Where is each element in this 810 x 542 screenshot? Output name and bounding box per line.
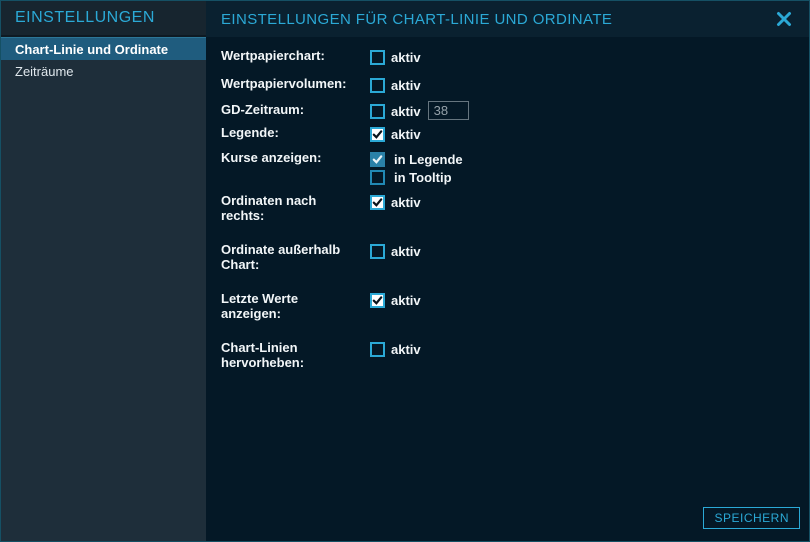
sidebar-item-zeitraeume[interactable]: Zeiträume [1,60,206,83]
settings-form: Wertpapierchart: aktiv Wertpapiervolumen… [206,37,809,370]
checkmark-icon [372,295,383,306]
checkmark-icon [372,129,383,140]
option-in-legende: in Legende [370,152,463,167]
gd-zeitraum-input[interactable] [428,101,469,120]
in-legende-checkbox[interactable] [370,152,385,167]
row-label: Chart-Linien hervorheben: [221,340,370,370]
form-row-wertpapierchart: Wertpapierchart: aktiv [221,48,809,65]
row-label: Ordinaten nach rechts: [221,193,370,223]
wertpapiervolumen-checkbox[interactable] [370,78,385,93]
row-label: Ordinate außerhalb Chart: [221,242,370,272]
row-label: Wertpapierchart: [221,48,370,63]
form-row-chart-linien-hervorheben: Chart-Linien hervorheben: aktiv [221,340,809,370]
save-button[interactable]: SPEICHERN [703,507,800,529]
form-row-wertpapiervolumen: Wertpapiervolumen: aktiv [221,76,809,93]
form-row-ordinate-ausserhalb-chart: Ordinate außerhalb Chart: aktiv [221,242,809,272]
sidebar-item-chart-linie-und-ordinate[interactable]: Chart-Linie und Ordinate [1,37,206,60]
checkbox-label: in Legende [394,152,463,167]
checkbox-label: aktiv [391,195,421,210]
sidebar-header: EINSTELLUNGEN [1,1,206,37]
checkbox-label: aktiv [391,127,421,142]
legende-checkbox[interactable] [370,127,385,142]
ordinate-ausserhalb-chart-checkbox[interactable] [370,244,385,259]
ordinaten-nach-rechts-checkbox[interactable] [370,195,385,210]
gd-zeitraum-checkbox[interactable] [370,104,385,119]
row-label: Legende: [221,125,370,140]
main-panel: EINSTELLUNGEN FÜR CHART-LINIE UND ORDINA… [206,1,809,541]
checkbox-label: aktiv [391,50,421,65]
sidebar-item-label: Zeiträume [15,64,74,79]
checkbox-label: aktiv [391,104,421,119]
form-row-kurse-anzeigen: Kurse anzeigen: in Legende in Tooltip [221,150,809,185]
sidebar-title: EINSTELLUNGEN [15,9,155,27]
checkbox-label: in Tooltip [394,170,452,185]
in-tooltip-checkbox[interactable] [370,170,385,185]
settings-dialog: EINSTELLUNGEN Chart-Linie und Ordinate Z… [0,0,810,542]
checkbox-label: aktiv [391,342,421,357]
row-label: Letzte Werte anzeigen: [221,291,370,321]
close-icon [776,11,792,27]
row-label: GD-Zeitraum: [221,102,370,117]
letzte-werte-anzeigen-checkbox[interactable] [370,293,385,308]
form-row-gd-zeitraum: GD-Zeitraum: aktiv [221,102,809,120]
close-button[interactable] [773,8,795,30]
option-in-tooltip: in Tooltip [370,170,452,185]
wertpapierchart-checkbox[interactable] [370,50,385,65]
checkmark-icon [372,154,383,165]
checkbox-label: aktiv [391,244,421,259]
form-row-ordinaten-nach-rechts: Ordinaten nach rechts: aktiv [221,193,809,223]
form-row-letzte-werte-anzeigen: Letzte Werte anzeigen: aktiv [221,291,809,321]
panel-title: EINSTELLUNGEN FÜR CHART-LINIE UND ORDINA… [221,11,773,28]
panel-header: EINSTELLUNGEN FÜR CHART-LINIE UND ORDINA… [206,1,809,37]
checkbox-label: aktiv [391,78,421,93]
checkmark-icon [372,197,383,208]
chart-linien-hervorheben-checkbox[interactable] [370,342,385,357]
checkbox-label: aktiv [391,293,421,308]
form-row-legende: Legende: aktiv [221,125,809,142]
row-label: Wertpapiervolumen: [221,76,370,91]
row-label: Kurse anzeigen: [221,150,370,165]
sidebar: EINSTELLUNGEN Chart-Linie und Ordinate Z… [1,1,206,541]
sidebar-item-label: Chart-Linie und Ordinate [15,42,168,57]
